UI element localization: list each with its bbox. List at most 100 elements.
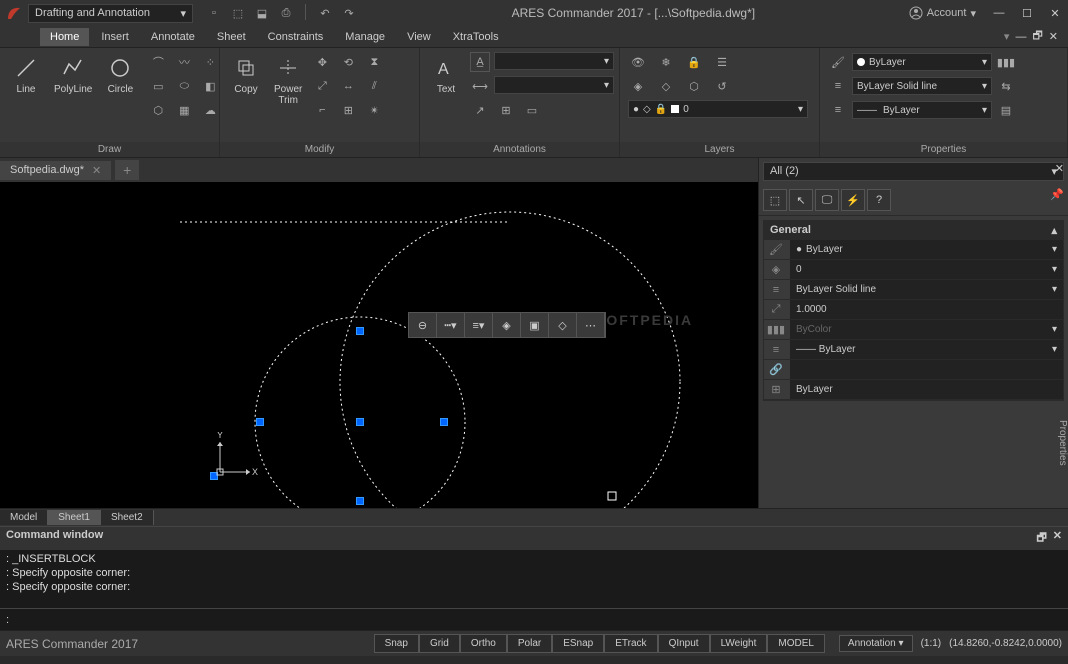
linetype-dropdown[interactable]: ByLayer Solid line▾ (852, 77, 992, 95)
polar-toggle[interactable]: Polar (507, 634, 552, 653)
table-icon[interactable]: ⊞ (496, 100, 516, 120)
leader-icon[interactable]: ↗ (470, 100, 490, 120)
prop-color-dropdown[interactable]: ● ByLayer▾ (790, 240, 1063, 259)
grip-handle[interactable] (356, 497, 364, 505)
zoom-icon[interactable]: ⊖ (409, 313, 437, 337)
tab-sheet[interactable]: Sheet (207, 28, 256, 46)
quick-select-icon[interactable]: ↖ (789, 189, 813, 211)
layer-state-icon[interactable]: 👁 (628, 52, 648, 72)
properties-tab-vertical[interactable]: Properties (1057, 420, 1068, 466)
mirror-icon[interactable]: ⧗ (364, 52, 384, 72)
ellipse-icon[interactable]: ⬭ (174, 76, 194, 96)
layer-walk-icon[interactable]: ⬡ (684, 76, 704, 96)
region-icon[interactable]: ◧ (200, 76, 220, 96)
grid-toggle[interactable]: Grid (419, 634, 460, 653)
scale-icon[interactable]: ⤢ (312, 76, 332, 96)
tab-manage[interactable]: Manage (335, 28, 395, 46)
grip-handle[interactable] (356, 327, 364, 335)
new-icon[interactable]: ▫ (205, 4, 223, 22)
rectangle-icon[interactable]: ▭ (148, 76, 168, 96)
prop-plotstyle-dropdown[interactable]: ByLayer (790, 380, 1063, 399)
layer-dropdown[interactable]: ●◇🔒0 ▾ (628, 100, 808, 118)
workspace-dropdown[interactable]: Drafting and Annotation ▾ (28, 4, 193, 23)
add-tab-button[interactable]: + (115, 160, 139, 180)
color-icon[interactable]: 🖌 (828, 52, 848, 72)
view-icon[interactable]: 🖵 (815, 189, 839, 211)
dock-icon[interactable]: 🗗 (1036, 529, 1046, 548)
color-dropdown[interactable]: ByLayer▾ (852, 53, 992, 71)
document-tab[interactable]: Softpedia.dwg* ✕ (0, 161, 111, 180)
qinput-toggle[interactable]: QInput (658, 634, 710, 653)
layer-iso-icon[interactable]: ◈ (628, 76, 648, 96)
hatch-prop-icon[interactable]: ▮▮▮ (996, 52, 1016, 72)
lineweight-quick-icon[interactable]: ≡▾ (465, 313, 493, 337)
offset-icon[interactable]: ⫽ (364, 76, 384, 96)
help-icon[interactable]: ? (867, 189, 891, 211)
command-input[interactable]: : (0, 608, 1068, 630)
undo-icon[interactable]: ↶ (316, 4, 334, 22)
save-icon[interactable]: ⬓ (253, 4, 271, 22)
move-icon[interactable]: ✥ (312, 52, 332, 72)
tab-view[interactable]: View (397, 28, 441, 46)
etrack-toggle[interactable]: ETrack (604, 634, 657, 653)
hatch-icon[interactable]: ▦ (174, 100, 194, 120)
prop-scale-input[interactable]: 1.0000 (790, 300, 1063, 319)
font-icon[interactable]: A̲ (470, 52, 490, 72)
image-quick-icon[interactable]: ▣ (521, 313, 549, 337)
fillet-icon[interactable]: ⌐ (312, 100, 332, 120)
lineweight-icon[interactable]: ≡ (828, 100, 848, 120)
circle-button[interactable]: Circle (102, 52, 138, 97)
layer-lock-icon[interactable]: 🔒 (684, 52, 704, 72)
dim-style-dropdown[interactable]: ▾ (494, 76, 614, 94)
close-icon[interactable]: ✕ (1053, 529, 1062, 548)
grip-handle[interactable] (210, 472, 218, 480)
close-icon[interactable]: ✕ (1055, 162, 1064, 175)
help-icon[interactable]: ▾ (1004, 30, 1010, 43)
prop-style-dropdown[interactable]: ByColor▾ (790, 320, 1063, 339)
prop-lineweight-dropdown[interactable]: —— ByLayer▾ (790, 340, 1063, 359)
dim-icon[interactable]: ⟷ (470, 76, 490, 96)
copy-button[interactable]: Copy (228, 52, 264, 97)
stretch-icon[interactable]: ↔ (338, 76, 358, 96)
tab-xtratools[interactable]: XtraTools (443, 28, 509, 46)
polygon-icon[interactable]: ⬡ (148, 100, 168, 120)
snap-toggle[interactable]: Snap (374, 634, 419, 653)
layout-tab-model[interactable]: Model (0, 510, 48, 525)
doc-restore-button[interactable]: 🗗 (1032, 27, 1042, 46)
redo-icon[interactable]: ↷ (340, 4, 358, 22)
revision-icon[interactable]: ☁ (200, 100, 220, 120)
match-icon[interactable]: ⇆ (996, 76, 1016, 96)
selection-filter-dropdown[interactable]: All (2)▾ (763, 162, 1064, 181)
lineweight-dropdown[interactable]: —— ByLayer▾ (852, 101, 992, 119)
prop-layer-dropdown[interactable]: 0▾ (790, 260, 1063, 279)
tab-annotate[interactable]: Annotate (141, 28, 205, 46)
doc-close-button[interactable]: ✕ (1049, 30, 1058, 43)
linetype-quick-icon[interactable]: ┅▾ (437, 313, 465, 337)
layer-prev-icon[interactable]: ↺ (712, 76, 732, 96)
open-icon[interactable]: ⬚ (229, 4, 247, 22)
powertrim-button[interactable]: Power Trim (270, 52, 306, 108)
tab-home[interactable]: Home (40, 28, 89, 46)
pin-icon[interactable]: 📌 (1050, 188, 1064, 201)
doc-minimize-button[interactable]: — (1015, 31, 1026, 43)
field-icon[interactable]: ▭ (522, 100, 542, 120)
grip-handle[interactable] (356, 418, 364, 426)
ortho-toggle[interactable]: Ortho (460, 634, 507, 653)
polyline-button[interactable]: PolyLine (50, 52, 96, 97)
spline-icon[interactable]: 〰 (174, 52, 194, 72)
prop-hyperlink-input[interactable] (790, 360, 1063, 379)
tab-constraints[interactable]: Constraints (258, 28, 334, 46)
close-button[interactable]: ✕ (1046, 4, 1064, 22)
grip-handle[interactable] (256, 418, 264, 426)
print-icon[interactable]: ⎙ (277, 4, 295, 22)
command-window-header[interactable]: Command window 🗗✕ (0, 527, 1068, 550)
rotate-icon[interactable]: ⟲ (338, 52, 358, 72)
layer-freeze-icon[interactable]: ❄ (656, 52, 676, 72)
layout-tab-sheet2[interactable]: Sheet2 (101, 510, 154, 525)
annotation-dropdown[interactable]: Annotation ▾ (839, 635, 913, 652)
tab-insert[interactable]: Insert (91, 28, 139, 46)
text-button[interactable]: A Text (428, 52, 464, 97)
array-icon[interactable]: ⊞ (338, 100, 358, 120)
select-icon[interactable]: ⬚ (763, 189, 787, 211)
close-icon[interactable]: ✕ (92, 164, 101, 177)
